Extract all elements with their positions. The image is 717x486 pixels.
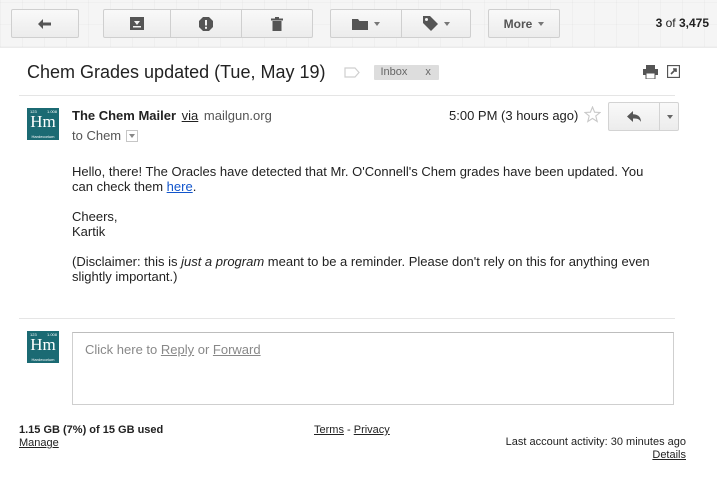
last-activity: Last account activity: 30 minutes ago — [505, 436, 686, 448]
manage-link[interactable]: Manage — [19, 437, 163, 450]
via-link[interactable]: via — [182, 108, 199, 123]
toolbar: More 3 of 3,475 — [0, 0, 717, 48]
divider — [19, 95, 675, 96]
label-tag-icon — [422, 16, 438, 31]
details-link[interactable]: Details — [506, 449, 686, 462]
reply-prompt: Click here to — [85, 342, 161, 357]
star-icon[interactable] — [584, 106, 601, 123]
archive-icon — [130, 17, 144, 30]
new-window-icon[interactable] — [667, 65, 680, 78]
reply-or: or — [194, 342, 213, 357]
closing: Cheers, — [72, 209, 118, 224]
storage-usage: 1.15 GB (7%) of 15 GB used — [19, 424, 164, 436]
chevron-down-icon — [666, 114, 673, 119]
body-text-end: . — [192, 179, 197, 194]
reply-icon — [626, 110, 641, 122]
avatar-element-name: Hardecorium — [31, 134, 55, 139]
remove-label-button[interactable]: x — [425, 66, 431, 78]
privacy-link[interactable]: Privacy — [354, 424, 390, 436]
avatar[interactable]: 123 1.008 Hm Hardecorium — [27, 108, 59, 140]
report-spam-button[interactable] — [170, 9, 242, 38]
more-button[interactable]: More — [488, 9, 560, 38]
reply-link[interactable]: Reply — [161, 342, 194, 357]
sender-name[interactable]: The Chem Mailer — [72, 108, 176, 123]
message-count: 3 of 3,475 — [656, 16, 709, 30]
subject-row: Chem Grades updated (Tue, May 19) Inbox … — [27, 60, 439, 84]
avatar-symbol: Hm — [30, 335, 56, 354]
inbox-label-chip[interactable]: Inbox x — [374, 64, 439, 80]
body-text: Hello, there! The Oracles have detected … — [72, 164, 644, 194]
importance-marker-icon[interactable] — [344, 66, 361, 78]
show-details-button[interactable] — [126, 129, 139, 142]
reply-button-group — [608, 102, 679, 131]
recipient-line: to Chem — [72, 128, 139, 143]
more-label: More — [503, 16, 533, 31]
print-icon[interactable] — [643, 65, 658, 79]
footer-links: Terms - Privacy — [314, 424, 390, 436]
message-body: Hello, there! The Oracles have detected … — [72, 164, 662, 284]
chevron-down-icon — [129, 133, 136, 138]
sender-line: The Chem Mailer via mailgun.org — [72, 108, 272, 123]
email-subject: Chem Grades updated (Tue, May 19) — [27, 61, 326, 82]
footer-separator: - — [343, 424, 354, 436]
divider — [19, 318, 675, 319]
avatar-element-name: Hardecorium — [31, 357, 55, 362]
account-activity: Last account activity: 30 minutes ago De… — [506, 436, 686, 462]
via-domain: mailgun.org — [203, 108, 272, 123]
back-button[interactable] — [11, 9, 79, 38]
avatar-symbol: Hm — [30, 112, 56, 131]
disclaimer-emphasis: just a program — [181, 254, 265, 269]
count-total: 3,475 — [678, 16, 709, 30]
move-to-button[interactable] — [330, 9, 402, 38]
archive-button[interactable] — [103, 9, 171, 38]
to-recipient: to Chem — [72, 128, 122, 143]
delete-button[interactable] — [241, 9, 313, 38]
chevron-down-icon — [443, 21, 450, 26]
labels-button[interactable] — [401, 9, 471, 38]
message-time: 5:00 PM (3 hours ago) — [449, 108, 579, 123]
disclaimer-start: (Disclaimer: this is — [72, 254, 182, 269]
label-name: Inbox — [380, 66, 408, 78]
here-link[interactable]: here — [167, 179, 193, 194]
chevron-down-icon — [374, 21, 380, 26]
disclaimer: (Disclaimer: this is just a program mean… — [72, 254, 662, 284]
reply-button[interactable] — [609, 103, 659, 130]
avatar: 123 1.008 Hm Hardecorium — [27, 331, 59, 363]
count-of: of — [665, 16, 676, 30]
count-current: 3 — [655, 16, 663, 30]
report-spam-icon — [199, 16, 213, 31]
storage-info: 1.15 GB (7%) of 15 GB used Manage — [19, 424, 163, 450]
chevron-down-icon — [538, 21, 545, 26]
body-paragraph: Hello, there! The Oracles have detected … — [72, 164, 662, 194]
terms-link[interactable]: Terms — [314, 424, 344, 436]
trash-icon — [271, 16, 283, 31]
signature: Kartik — [72, 224, 106, 239]
quick-reply-box[interactable]: Click here to Reply or Forward — [72, 332, 674, 405]
folder-icon — [352, 18, 368, 30]
more-reply-options-button[interactable] — [660, 103, 679, 130]
back-arrow-icon — [38, 18, 51, 29]
forward-link[interactable]: Forward — [213, 342, 261, 357]
